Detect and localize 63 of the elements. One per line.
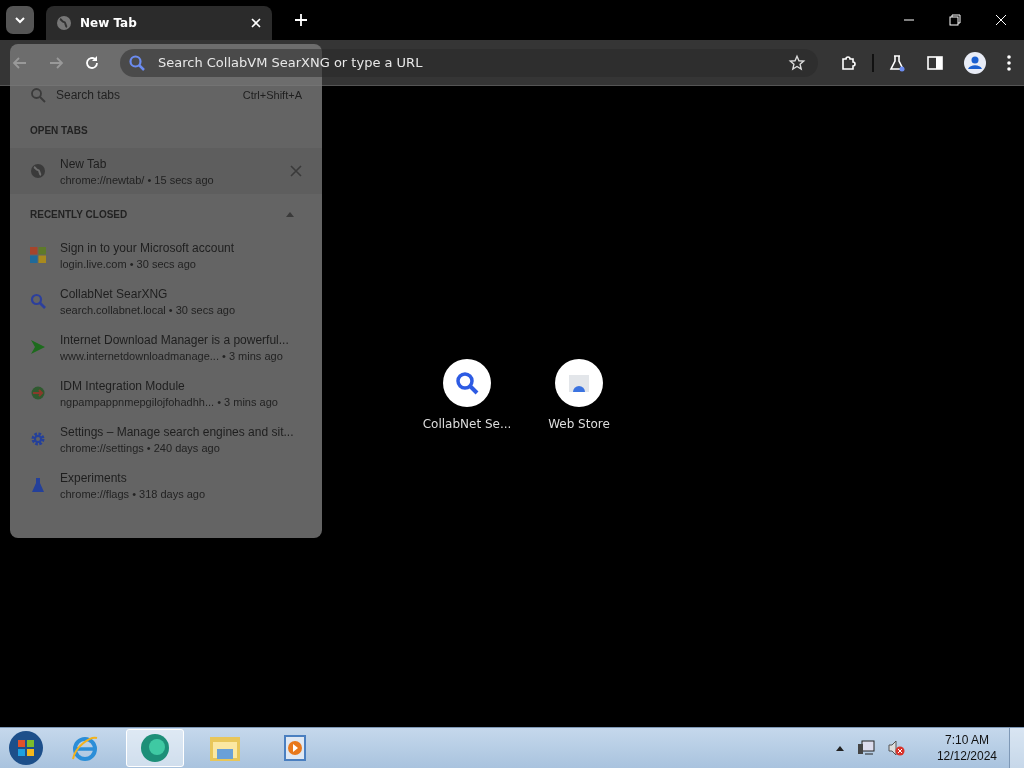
tab-list-item[interactable]: Experiments chrome://flags • 318 days ago <box>10 462 322 508</box>
tab-title: New Tab <box>80 16 138 30</box>
tab-list-item[interactable]: IDM Integration Module ngpampappnmepgilojfohadhh... • 3 mins ago <box>10 370 322 416</box>
round-app-icon <box>138 733 172 763</box>
tab-url: www.internetdownloadmanage... • 3 mins ago <box>60 349 284 362</box>
reload-icon[interactable] <box>84 54 100 71</box>
puzzle-piece-icon[interactable] <box>840 53 858 72</box>
section-heading: RECENTLY CLOSED <box>30 208 128 220</box>
play-icon <box>30 339 46 355</box>
search-icon <box>30 293 46 309</box>
settings-icon <box>30 431 46 447</box>
shortcut-hint: Ctrl+Shift+A <box>242 89 302 101</box>
tab-list-item[interactable]: CollabNet SearXNG search.collabnet.local • 30 secs ago <box>10 278 322 324</box>
browser-tab[interactable]: New Tab <box>46 6 272 40</box>
tab-list-item[interactable]: Internet Download Manager is a powerful... www.internetdownloadmanage... • 3 mins ago <box>10 324 322 370</box>
restore-icon[interactable] <box>949 14 961 26</box>
muted-speaker-icon[interactable] <box>886 739 905 757</box>
search-tabs-field[interactable]: Search tabs <box>54 87 235 103</box>
tab-url: chrome://settings • 240 days ago <box>60 441 221 454</box>
clock-date: 12/12/2024 <box>936 749 997 763</box>
tab-title: Experiments <box>60 470 128 485</box>
star-icon[interactable] <box>788 53 806 72</box>
shortcut-title: Web Store <box>548 416 610 431</box>
tab-list-item[interactable]: New Tab chrome://newtab/ • 15 secs ago <box>10 148 322 194</box>
tab-list-item[interactable]: Settings – Manage search engines and sit... chrome://settings • 240 days ago <box>10 416 322 462</box>
globe-icon <box>56 15 72 31</box>
tab-url: ngpampappnmepgilojfohadhh... • 3 mins ago <box>60 395 279 408</box>
tab-url: search.collabnet.local • 30 secs ago <box>60 303 237 316</box>
flask-icon <box>30 477 46 493</box>
tab-list-item[interactable]: Sign in to your Microsoft account login.live.com • 30 secs ago <box>10 232 322 278</box>
tab-title: CollabNet SearXNG <box>60 286 169 301</box>
search-icon <box>454 369 480 396</box>
four-squares-icon <box>30 247 46 263</box>
tab-title: Settings – Manage search engines and sit... <box>60 424 295 439</box>
shortcut-tile[interactable]: Web Store <box>531 358 627 431</box>
chevron-down-icon <box>14 16 26 24</box>
clock-time: 7:10 AM <box>944 733 989 747</box>
address-bar[interactable]: Search CollabVM SearXNG or type a URL <box>120 48 818 77</box>
section-heading: OPEN TABS <box>30 124 88 136</box>
folder-icon <box>209 734 241 762</box>
shortcut-title: CollabNet Se... <box>422 416 512 431</box>
tab-title: IDM Integration Module <box>60 378 186 393</box>
new-tab-icon[interactable] <box>294 13 308 27</box>
flask-icon[interactable] <box>888 53 906 72</box>
network-icon[interactable] <box>856 739 875 757</box>
tab-url: chrome://flags • 318 days ago <box>60 487 207 500</box>
start-button[interactable] <box>8 730 44 766</box>
tray-expand-icon[interactable] <box>834 744 845 752</box>
shortcut-tile[interactable]: CollabNet Se... <box>419 358 515 431</box>
side-panel-icon[interactable] <box>926 53 944 72</box>
tab-title: New Tab <box>60 156 108 171</box>
media-player-icon <box>282 734 308 762</box>
menu-icon[interactable] <box>1006 53 1012 72</box>
search-icon <box>30 87 46 103</box>
globe-icon <box>30 163 46 179</box>
profile-avatar-icon[interactable] <box>964 51 986 74</box>
taskbar-app[interactable] <box>126 729 184 767</box>
tab-title: Internet Download Manager is a powerful... <box>60 332 290 347</box>
tab-url: chrome://newtab/ • 15 secs ago <box>60 173 215 186</box>
search-icon <box>128 53 146 72</box>
tab-url: login.live.com • 30 secs ago <box>60 257 197 270</box>
tab-search-button[interactable] <box>6 6 34 34</box>
tab-title: Sign in to your Microsoft account <box>60 240 236 255</box>
